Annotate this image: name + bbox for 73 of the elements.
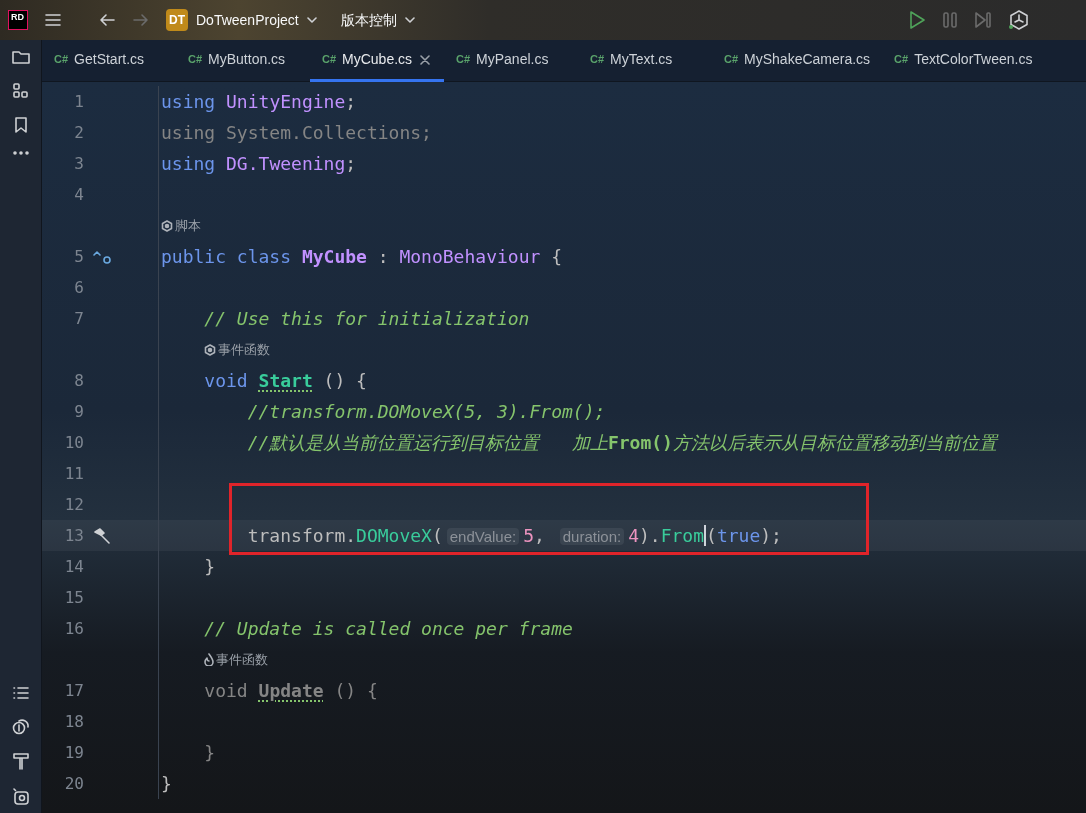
line-number: 17 [63, 679, 84, 702]
file-tab[interactable]: C# GetStart.cs [42, 40, 176, 82]
project-badge: DT [166, 9, 188, 31]
code-line: // Update is called once per frame [203, 617, 573, 641]
file-tab[interactable]: C# MyPanel.cs [444, 40, 578, 82]
code-line: } [161, 772, 172, 796]
code-line: //默认是从当前位置运行到目标位置 加上From()方法以后表示从目标位置移动到当前位置 [246, 431, 997, 455]
pause-icon[interactable] [942, 11, 958, 29]
line-number: 19 [63, 741, 84, 764]
hammer-icon[interactable] [92, 526, 112, 545]
line-number: 2 [73, 121, 84, 144]
line-number: 13 [63, 524, 84, 547]
file-tab[interactable]: C# MyText.cs [578, 40, 712, 82]
flame-icon [204, 653, 214, 666]
structure-icon[interactable] [11, 82, 30, 100]
line-number: 11 [63, 462, 84, 485]
code-vision-hint[interactable]: 脚本 [161, 215, 201, 236]
file-tab[interactable]: C# TextColorTween.cs [882, 40, 1045, 82]
line-number: 18 [63, 710, 84, 733]
implements-icon[interactable] [92, 248, 114, 265]
code-line: //transform.DOMoveX(5, 3).From(); [246, 400, 606, 424]
line-number: 5 [73, 245, 84, 268]
line-number: 15 [63, 586, 84, 609]
line-number: 3 [73, 152, 84, 175]
close-icon[interactable] [420, 54, 431, 65]
code-line: // Use this for initialization [203, 307, 530, 331]
step-icon[interactable] [974, 11, 992, 29]
chevron-down-icon [306, 17, 317, 23]
line-number: 1 [73, 90, 84, 113]
csharp-file-icon: C# [894, 51, 909, 68]
line-number: 12 [63, 493, 84, 516]
code-line: using DG.Tweening; [161, 152, 357, 176]
file-tab[interactable]: C# MyButton.cs [176, 40, 310, 82]
menu-icon[interactable] [44, 12, 62, 28]
line-number: 14 [63, 555, 84, 578]
line-number: 16 [63, 617, 84, 640]
csharp-file-icon: C# [724, 51, 739, 68]
line-number: 4 [73, 183, 84, 206]
play-icon[interactable] [908, 10, 926, 30]
camera-icon[interactable] [11, 787, 30, 805]
line-number: 10 [63, 431, 84, 454]
app-logo[interactable]: RD [8, 10, 28, 30]
back-arrow-icon[interactable] [98, 12, 116, 28]
csharp-file-icon: C# [456, 51, 471, 68]
overlap-circles-icon[interactable] [11, 717, 30, 735]
project-menu[interactable]: DT DoTweenProject [166, 9, 317, 31]
folder-icon[interactable] [10, 48, 31, 66]
more-icon[interactable] [11, 150, 30, 156]
code-line: transform.DOMoveX( endValue: 5, duration: 4).From(true); [246, 524, 782, 548]
vcs-menu[interactable]: 版本控制 [340, 9, 415, 31]
line-number: 9 [73, 400, 84, 423]
code-line: void Update () { [203, 679, 378, 703]
csharp-file-icon: C# [54, 51, 69, 68]
line-number: 20 [63, 772, 84, 795]
code-line: public class MyCube : MonoBehaviour { [161, 245, 562, 269]
csharp-file-icon: C# [322, 51, 337, 68]
code-line: void Start () { [203, 369, 367, 393]
list-icon[interactable] [11, 685, 30, 701]
chevron-down-icon [404, 17, 415, 23]
code-line: } [203, 741, 216, 765]
code-line: using UnityEngine; [161, 90, 357, 114]
bookmark-icon[interactable] [12, 116, 29, 134]
line-number: 8 [73, 369, 84, 392]
code-line: using System.Collections; [161, 121, 432, 145]
line-number: 7 [73, 307, 84, 330]
code-vision-hint[interactable]: 事件函数 [204, 649, 268, 670]
csharp-file-icon: C# [188, 51, 203, 68]
file-tab[interactable]: C# MyShakeCamera.cs [712, 40, 883, 82]
code-vision-hint[interactable]: 事件函数 [204, 339, 270, 360]
code-line: } [203, 555, 216, 579]
csharp-file-icon: C# [590, 51, 605, 68]
line-number: 6 [73, 276, 84, 299]
hammer-icon[interactable] [11, 751, 30, 771]
